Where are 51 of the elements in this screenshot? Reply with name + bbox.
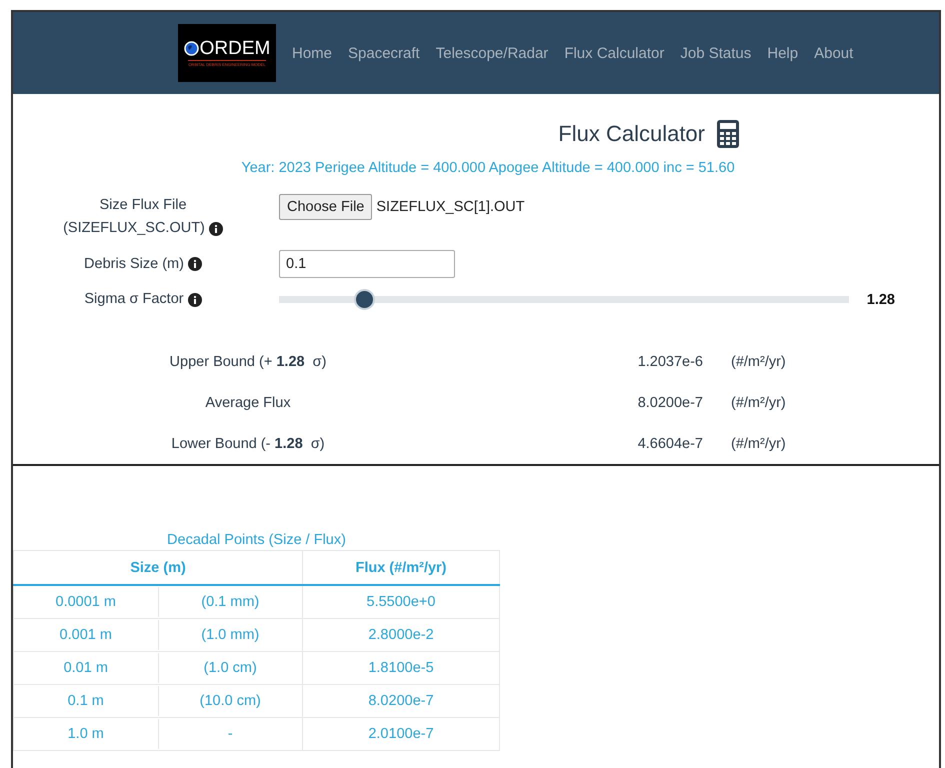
- field-label: Debris Size (m): [84, 254, 184, 274]
- table-cell: 1.8100e-5: [302, 652, 500, 684]
- table-cell-text: (1.0 cm): [202, 659, 258, 678]
- table-cell-text: -: [226, 725, 234, 744]
- field-label: Size Flux File: [99, 196, 187, 215]
- table-cell: 2.0100e-7: [302, 718, 500, 750]
- nav-link[interactable]: Flux Calculator: [556, 44, 672, 62]
- table-cell: 8.0200e-7: [302, 684, 500, 718]
- result-label: Average Flux: [204, 394, 292, 410]
- calculator-icon: [717, 120, 739, 148]
- table-cell-text: (10.0 cm): [198, 692, 262, 711]
- table-title: Decadal Points (Size / Flux): [166, 531, 347, 550]
- table-cell: 2.8000e-2: [302, 618, 500, 652]
- globe-icon: [184, 41, 199, 56]
- result-label: Lower Bound (- 1.28 σ): [170, 436, 326, 452]
- nav-link[interactable]: Telescope/Radar: [428, 44, 556, 62]
- logo-title: ORDEM: [200, 39, 270, 58]
- nav-link[interactable]: About: [806, 44, 862, 62]
- table-cell: 5.5500e+0: [302, 585, 500, 618]
- info-icon[interactable]: [208, 222, 223, 236]
- nav-link[interactable]: Job Status: [672, 44, 760, 62]
- table-cell: 0.001 m: [14, 620, 158, 650]
- nav-link[interactable]: Home: [284, 44, 340, 62]
- slider-value: 1.28: [866, 292, 895, 308]
- result-unit: (#/m²/yr): [731, 354, 786, 370]
- result-value: 1.2037e-6: [636, 354, 703, 370]
- slider-thumb[interactable]: [354, 289, 376, 310]
- column-header: Size (m): [14, 550, 302, 585]
- field-label: Sigma σ Factor: [84, 290, 184, 309]
- table-cell-text: (0.1 mm): [200, 593, 260, 612]
- page-title: Flux Calculator: [558, 121, 705, 147]
- result-unit: (#/m²/yr): [731, 394, 786, 410]
- table-cell: 0.01 m: [14, 653, 158, 683]
- result-value: 8.0200e-7: [636, 394, 703, 410]
- choose-file-button[interactable]: Choose File: [279, 194, 372, 220]
- info-icon[interactable]: [188, 292, 202, 306]
- column-header: Flux (#/m²/yr): [302, 550, 500, 585]
- table-cell: 0.0001 m: [14, 587, 158, 617]
- table-cell: 1.0 m: [14, 719, 158, 749]
- nav-link[interactable]: Help: [759, 44, 806, 62]
- orbit-summary: Year: 2023 Perigee Altitude = 400.000 Apogee Altitude = 400.000 inc = 51.60: [240, 160, 736, 176]
- table-cell-text: (1.0 mm): [200, 626, 260, 645]
- debris-size-field[interactable]: 0.1: [279, 250, 455, 278]
- result-unit: (#/m²/yr): [731, 436, 786, 452]
- info-icon[interactable]: [188, 257, 202, 271]
- field-label: (SIZEFLUX_SC.OUT): [63, 219, 205, 238]
- table-cell: 0.1 m: [14, 686, 158, 716]
- file-name: SIZEFLUX_SC[1].OUT: [376, 199, 525, 215]
- nav-link[interactable]: Spacecraft: [340, 44, 428, 62]
- result-value: 4.6604e-7: [636, 436, 703, 452]
- result-label: Upper Bound (+ 1.28 σ): [168, 354, 328, 370]
